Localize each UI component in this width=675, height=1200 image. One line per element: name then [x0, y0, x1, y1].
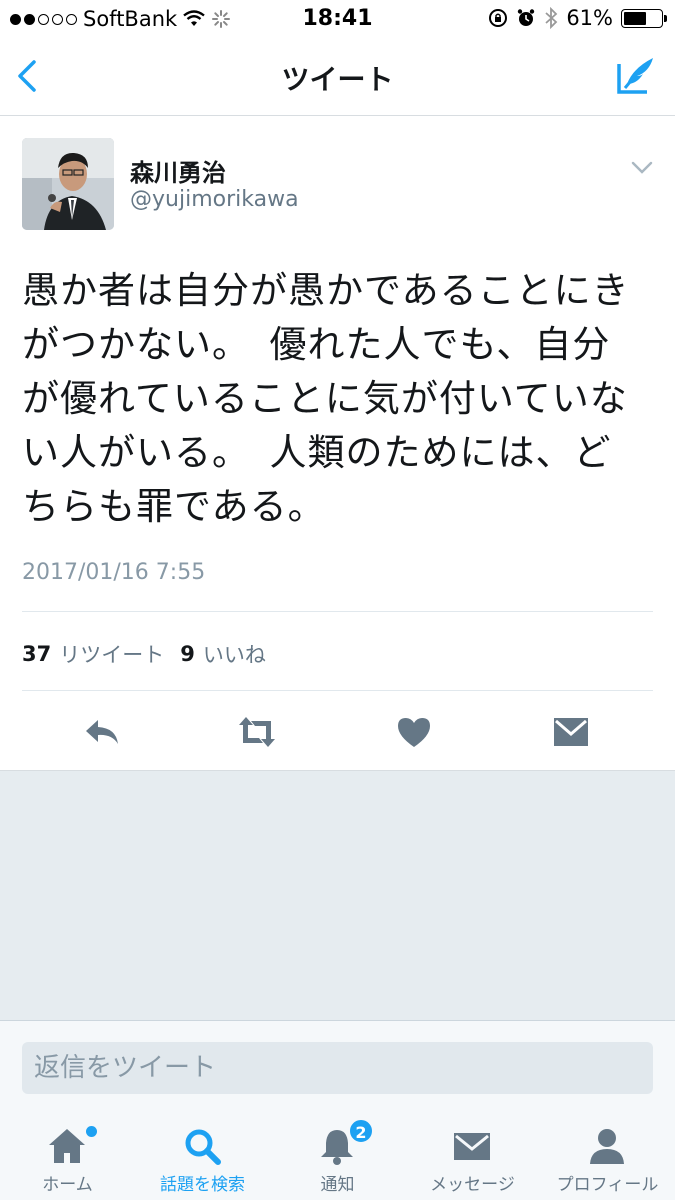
compose-tweet-icon[interactable] [615, 54, 657, 96]
person-icon [590, 1129, 624, 1164]
tab-label: メッセージ [430, 1175, 515, 1195]
tab-label: 通知 [320, 1175, 355, 1195]
tab-notifications[interactable]: 2 通知 [270, 1112, 405, 1200]
tab-messages[interactable]: メッセージ [405, 1112, 540, 1200]
retweet-icon[interactable] [237, 712, 277, 752]
retweet-label[interactable]: リツイート [59, 639, 164, 669]
tweet-text: 愚か者は自分が愚かであることにき がつかない。 優れた人でも、自分 が優れている… [22, 264, 654, 534]
tweet-text-line: がつかない。 優れた人でも、自分 [22, 323, 611, 366]
reply-icon[interactable] [82, 712, 122, 752]
tab-label: ホーム [42, 1175, 93, 1195]
like-heart-icon[interactable] [394, 712, 434, 752]
rotation-lock-icon [489, 9, 508, 27]
bluetooth-icon [545, 7, 558, 29]
status-right: 61% [488, 6, 667, 30]
author-avatar[interactable] [22, 138, 114, 230]
tweet-stats: 37 リツイート 9 いいね [22, 639, 282, 669]
empty-replies-area [0, 770, 675, 1020]
avatar-photo [22, 138, 114, 230]
battery-percent: 61% [566, 6, 613, 30]
search-icon [185, 1129, 221, 1165]
reply-input[interactable]: 返信をツイート [22, 1042, 653, 1094]
tweet-text-line: い人がいる。 人類のためには、ど [22, 431, 612, 474]
tweet-text-line: ちらも罪である。 [22, 485, 326, 528]
tweet-detail: 森川勇治 @yujimorikawa 愚か者は自分が愚かであることにき がつかな… [0, 117, 675, 770]
retweet-count[interactable]: 37 [22, 642, 51, 666]
navigation-bar: ツイート [0, 38, 675, 116]
tweet-text-line: 愚か者は自分が愚かであることにき [22, 269, 630, 312]
author-handle[interactable]: @yujimorikawa [130, 187, 299, 212]
tab-label: 話題を検索 [160, 1175, 245, 1195]
tweet-timestamp: 2017/01/16 7:55 [22, 560, 206, 585]
battery-icon [621, 8, 667, 28]
status-bar: SoftBank 18:41 61% [0, 0, 675, 38]
reply-bar: 返信をツイート [0, 1020, 675, 1112]
tweet-detail-screen: SoftBank 18:41 61% ツイート 森川勇治 @yujimorika… [0, 0, 675, 1200]
tab-bar: ホーム 話題を検索 2 通知 メッセージ プロフィール [0, 1112, 675, 1200]
envelope-icon [454, 1133, 490, 1160]
tab-profile[interactable]: プロフィール [540, 1112, 675, 1200]
page-title: ツイート [281, 63, 394, 96]
divider [22, 690, 653, 691]
author-name[interactable]: 森川勇治 [130, 153, 226, 188]
tweet-text-line: が優れていることに気が付いていな [22, 377, 628, 420]
tab-label: プロフィール [556, 1175, 659, 1195]
alarm-icon [518, 9, 535, 26]
like-count[interactable]: 9 [180, 642, 195, 666]
divider [22, 611, 653, 612]
like-label[interactable]: いいね [203, 639, 266, 669]
tweet-actions [0, 712, 675, 752]
notification-badge: 2 [348, 1118, 374, 1144]
home-new-dot [86, 1126, 97, 1137]
home-icon [49, 1129, 85, 1163]
direct-message-icon[interactable] [551, 712, 591, 752]
tab-home[interactable]: ホーム [0, 1112, 135, 1200]
chevron-down-icon[interactable] [631, 161, 653, 175]
tab-search[interactable]: 話題を検索 [135, 1112, 270, 1200]
